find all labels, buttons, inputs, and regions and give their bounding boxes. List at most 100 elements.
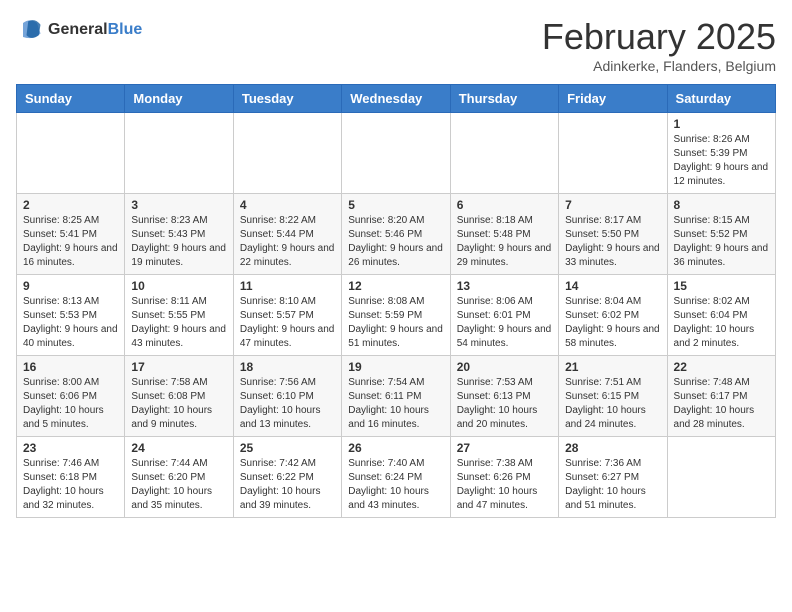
day-number: 19 [348,360,443,374]
calendar-week-row: 23Sunrise: 7:46 AM Sunset: 6:18 PM Dayli… [17,437,776,518]
table-row [125,113,233,194]
day-info: Sunrise: 8:20 AM Sunset: 5:46 PM Dayligh… [348,214,443,270]
table-row: 26 Sunrise: 7:40 AM Sunset: 6:24 PM Dayli… [342,437,450,518]
col-tuesday: Tuesday [233,85,341,113]
table-row: 2 Sunrise: 8:25 AM Sunset: 5:41 PM Daylig… [17,194,125,275]
day-number: 17 [131,360,226,374]
table-row: 11 Sunrise: 8:10 AM Sunset: 5:57 PM Dayli… [233,275,341,356]
day-info: Sunrise: 8:02 AM Sunset: 6:04 PM Dayligh… [674,295,769,351]
day-info: Sunrise: 7:46 AM Sunset: 6:18 PM Dayligh… [23,457,118,513]
table-row: 15 Sunrise: 8:02 AM Sunset: 6:04 PM Dayli… [667,275,775,356]
day-number: 9 [23,279,118,293]
col-friday: Friday [559,85,667,113]
table-row: 20 Sunrise: 7:53 AM Sunset: 6:13 PM Dayli… [450,356,558,437]
day-info: Sunrise: 8:04 AM Sunset: 6:02 PM Dayligh… [565,295,660,351]
day-info: Sunrise: 7:54 AM Sunset: 6:11 PM Dayligh… [348,376,443,432]
table-row: 24Sunrise: 7:44 AM Sunset: 6:20 PM Dayli… [125,437,233,518]
col-sunday: Sunday [17,85,125,113]
day-number: 2 [23,198,118,212]
day-number: 16 [23,360,118,374]
day-number: 6 [457,198,552,212]
table-row: 1 Sunrise: 8:26 AM Sunset: 5:39 PM Daylig… [667,113,775,194]
table-row: 19 Sunrise: 7:54 AM Sunset: 6:11 PM Dayli… [342,356,450,437]
table-row [667,437,775,518]
table-row: 22Sunrise: 7:48 AM Sunset: 6:17 PM Dayli… [667,356,775,437]
day-info: Sunrise: 7:51 AM Sunset: 6:15 PM Dayligh… [565,376,660,432]
table-row: 27 Sunrise: 7:38 AM Sunset: 6:26 PM Dayli… [450,437,558,518]
day-number: 27 [457,441,552,455]
title-area: February 2025 Adinkerke, Flanders, Belgi… [542,16,776,74]
day-number: 22 [674,360,769,374]
day-number: 24 [131,441,226,455]
table-row: 21 Sunrise: 7:51 AM Sunset: 6:15 PM Dayli… [559,356,667,437]
table-row: 10 Sunrise: 8:11 AM Sunset: 5:55 PM Dayli… [125,275,233,356]
table-row: 5 Sunrise: 8:20 AM Sunset: 5:46 PM Daylig… [342,194,450,275]
day-info: Sunrise: 7:38 AM Sunset: 6:26 PM Dayligh… [457,457,552,513]
table-row: 4Sunrise: 8:22 AM Sunset: 5:44 PM Daylig… [233,194,341,275]
day-number: 25 [240,441,335,455]
day-info: Sunrise: 8:06 AM Sunset: 6:01 PM Dayligh… [457,295,552,351]
table-row [342,113,450,194]
day-number: 3 [131,198,226,212]
table-row: 3 Sunrise: 8:23 AM Sunset: 5:43 PM Daylig… [125,194,233,275]
day-number: 14 [565,279,660,293]
day-number: 1 [674,117,769,131]
calendar-week-row: 2 Sunrise: 8:25 AM Sunset: 5:41 PM Daylig… [17,194,776,275]
day-info: Sunrise: 8:26 AM Sunset: 5:39 PM Dayligh… [674,133,769,189]
table-row: 18 Sunrise: 7:56 AM Sunset: 6:10 PM Dayli… [233,356,341,437]
day-number: 5 [348,198,443,212]
calendar-week-row: 1 Sunrise: 8:26 AM Sunset: 5:39 PM Daylig… [17,113,776,194]
logo: GeneralBlue [16,16,142,44]
day-info: Sunrise: 8:25 AM Sunset: 5:41 PM Dayligh… [23,214,118,270]
day-info: Sunrise: 7:36 AM Sunset: 6:27 PM Dayligh… [565,457,660,513]
location-subtitle: Adinkerke, Flanders, Belgium [542,58,776,74]
logo-text: GeneralBlue [48,21,142,39]
table-row: 12Sunrise: 8:08 AM Sunset: 5:59 PM Dayli… [342,275,450,356]
day-info: Sunrise: 7:40 AM Sunset: 6:24 PM Dayligh… [348,457,443,513]
table-row: 13 Sunrise: 8:06 AM Sunset: 6:01 PM Dayli… [450,275,558,356]
day-info: Sunrise: 8:23 AM Sunset: 5:43 PM Dayligh… [131,214,226,270]
day-info: Sunrise: 8:15 AM Sunset: 5:52 PM Dayligh… [674,214,769,270]
day-info: Sunrise: 8:10 AM Sunset: 5:57 PM Dayligh… [240,295,335,351]
table-row: 9 Sunrise: 8:13 AM Sunset: 5:53 PM Daylig… [17,275,125,356]
table-row [559,113,667,194]
month-title: February 2025 [542,16,776,58]
day-number: 13 [457,279,552,293]
table-row [450,113,558,194]
header: GeneralBlue February 2025 Adinkerke, Fla… [16,16,776,74]
day-info: Sunrise: 8:11 AM Sunset: 5:55 PM Dayligh… [131,295,226,351]
day-info: Sunrise: 8:13 AM Sunset: 5:53 PM Dayligh… [23,295,118,351]
day-info: Sunrise: 7:58 AM Sunset: 6:08 PM Dayligh… [131,376,226,432]
col-thursday: Thursday [450,85,558,113]
day-number: 18 [240,360,335,374]
day-info: Sunrise: 7:42 AM Sunset: 6:22 PM Dayligh… [240,457,335,513]
calendar-header-row: Sunday Monday Tuesday Wednesday Thursday… [17,85,776,113]
col-monday: Monday [125,85,233,113]
logo-icon [16,16,44,44]
day-info: Sunrise: 8:22 AM Sunset: 5:44 PM Dayligh… [240,214,335,270]
day-number: 8 [674,198,769,212]
day-info: Sunrise: 8:00 AM Sunset: 6:06 PM Dayligh… [23,376,118,432]
calendar: Sunday Monday Tuesday Wednesday Thursday… [16,84,776,518]
col-wednesday: Wednesday [342,85,450,113]
day-info: Sunrise: 7:56 AM Sunset: 6:10 PM Dayligh… [240,376,335,432]
table-row: 17 Sunrise: 7:58 AM Sunset: 6:08 PM Dayli… [125,356,233,437]
table-row: 25 Sunrise: 7:42 AM Sunset: 6:22 PM Dayli… [233,437,341,518]
day-number: 10 [131,279,226,293]
day-number: 11 [240,279,335,293]
table-row [17,113,125,194]
col-saturday: Saturday [667,85,775,113]
day-info: Sunrise: 7:53 AM Sunset: 6:13 PM Dayligh… [457,376,552,432]
day-info: Sunrise: 8:18 AM Sunset: 5:48 PM Dayligh… [457,214,552,270]
day-number: 26 [348,441,443,455]
calendar-week-row: 9 Sunrise: 8:13 AM Sunset: 5:53 PM Daylig… [17,275,776,356]
day-number: 12 [348,279,443,293]
day-info: Sunrise: 8:17 AM Sunset: 5:50 PM Dayligh… [565,214,660,270]
day-number: 20 [457,360,552,374]
table-row: 23Sunrise: 7:46 AM Sunset: 6:18 PM Dayli… [17,437,125,518]
day-number: 15 [674,279,769,293]
day-number: 7 [565,198,660,212]
table-row: 16 Sunrise: 8:00 AM Sunset: 6:06 PM Dayli… [17,356,125,437]
calendar-week-row: 16 Sunrise: 8:00 AM Sunset: 6:06 PM Dayli… [17,356,776,437]
day-number: 21 [565,360,660,374]
